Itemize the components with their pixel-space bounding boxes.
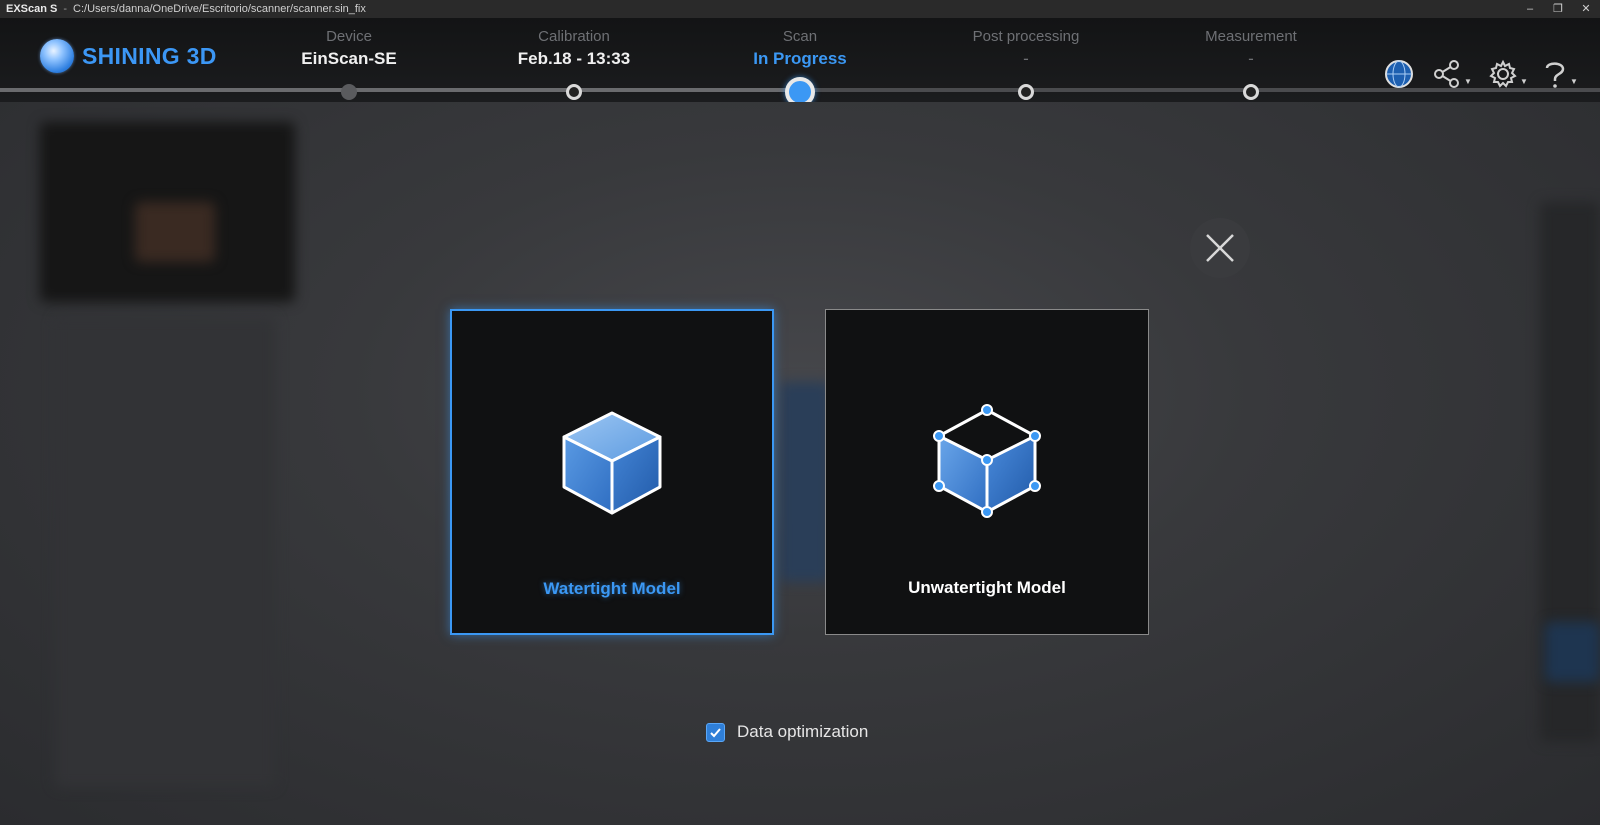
window-controls: – ❐ ✕ — [1516, 0, 1600, 18]
title-separator: - — [63, 3, 68, 15]
step-node-device[interactable] — [341, 84, 357, 100]
open-cube-icon — [933, 404, 1041, 518]
left-panel-blurred — [55, 317, 275, 787]
step-calibration[interactable]: Calibration Feb.18 - 13:33 — [474, 28, 674, 72]
app-name: EXScan S — [6, 3, 58, 15]
restore-button[interactable]: ❐ — [1544, 0, 1572, 18]
workspace-background — [0, 102, 1600, 825]
chevron-down-icon: ▼ — [1464, 76, 1472, 86]
option-title: Unwatertight Model — [908, 578, 1066, 597]
help-icon[interactable]: ▼ — [1542, 58, 1578, 90]
file-path: C:/Users/danna/OneDrive/Escritorio/scann… — [73, 3, 366, 15]
globe-icon[interactable] — [1384, 58, 1414, 90]
unwatertight-model-option[interactable]: Unwatertight Model — [825, 309, 1149, 635]
close-window-button[interactable]: ✕ — [1572, 0, 1600, 18]
step-label: Device — [326, 28, 372, 45]
chevron-down-icon: ▼ — [1520, 76, 1528, 86]
step-value: In Progress — [753, 49, 847, 68]
center-object-blurred — [780, 382, 830, 582]
step-value: - — [1248, 49, 1254, 68]
watertight-model-option[interactable]: Watertight Model — [450, 309, 774, 635]
step-measurement[interactable]: Measurement - — [1151, 28, 1351, 72]
step-node-post-processing[interactable] — [1018, 84, 1034, 100]
step-post-processing[interactable]: Post processing - — [926, 28, 1126, 72]
step-label: Calibration — [538, 28, 610, 45]
checkmark-icon — [710, 727, 721, 737]
checkbox-label: Data optimization — [737, 722, 869, 741]
checkbox-box[interactable] — [706, 722, 725, 742]
step-label: Post processing — [972, 28, 1080, 45]
step-device[interactable]: Device EinScan-SE — [249, 28, 449, 72]
share-icon[interactable]: ▼ — [1432, 58, 1472, 90]
step-label: Scan — [782, 28, 818, 45]
step-value: EinScan-SE — [301, 49, 397, 68]
workflow-progress-fill — [0, 88, 800, 92]
window-title-bar: EXScan S - C:/Users/danna/OneDrive/Escrito… — [0, 0, 1600, 18]
brand-logo: SHINING 3D — [40, 39, 217, 73]
logo-icon — [40, 39, 74, 73]
minimize-button[interactable]: – — [1516, 0, 1544, 18]
step-value: Feb.18 - 13:33 — [517, 49, 631, 68]
data-optimization-checkbox[interactable]: Data optimization — [706, 720, 868, 744]
step-label: Measurement — [1205, 28, 1297, 45]
step-node-calibration[interactable] — [566, 84, 582, 100]
right-button-blurred — [1545, 622, 1600, 682]
chevron-down-icon: ▼ — [1570, 76, 1578, 86]
brand-name: SHINING 3D — [82, 42, 217, 69]
close-icon — [1206, 234, 1234, 262]
settings-icon[interactable]: ▼ — [1488, 58, 1528, 90]
option-title: Watertight Model — [543, 579, 681, 598]
step-value: - — [1023, 49, 1029, 68]
step-node-measurement[interactable] — [1243, 84, 1259, 100]
solid-cube-icon — [562, 411, 662, 515]
step-scan[interactable]: Scan In Progress — [700, 28, 900, 72]
camera-object-blurred — [135, 202, 215, 262]
close-dialog-button[interactable] — [1190, 218, 1250, 278]
